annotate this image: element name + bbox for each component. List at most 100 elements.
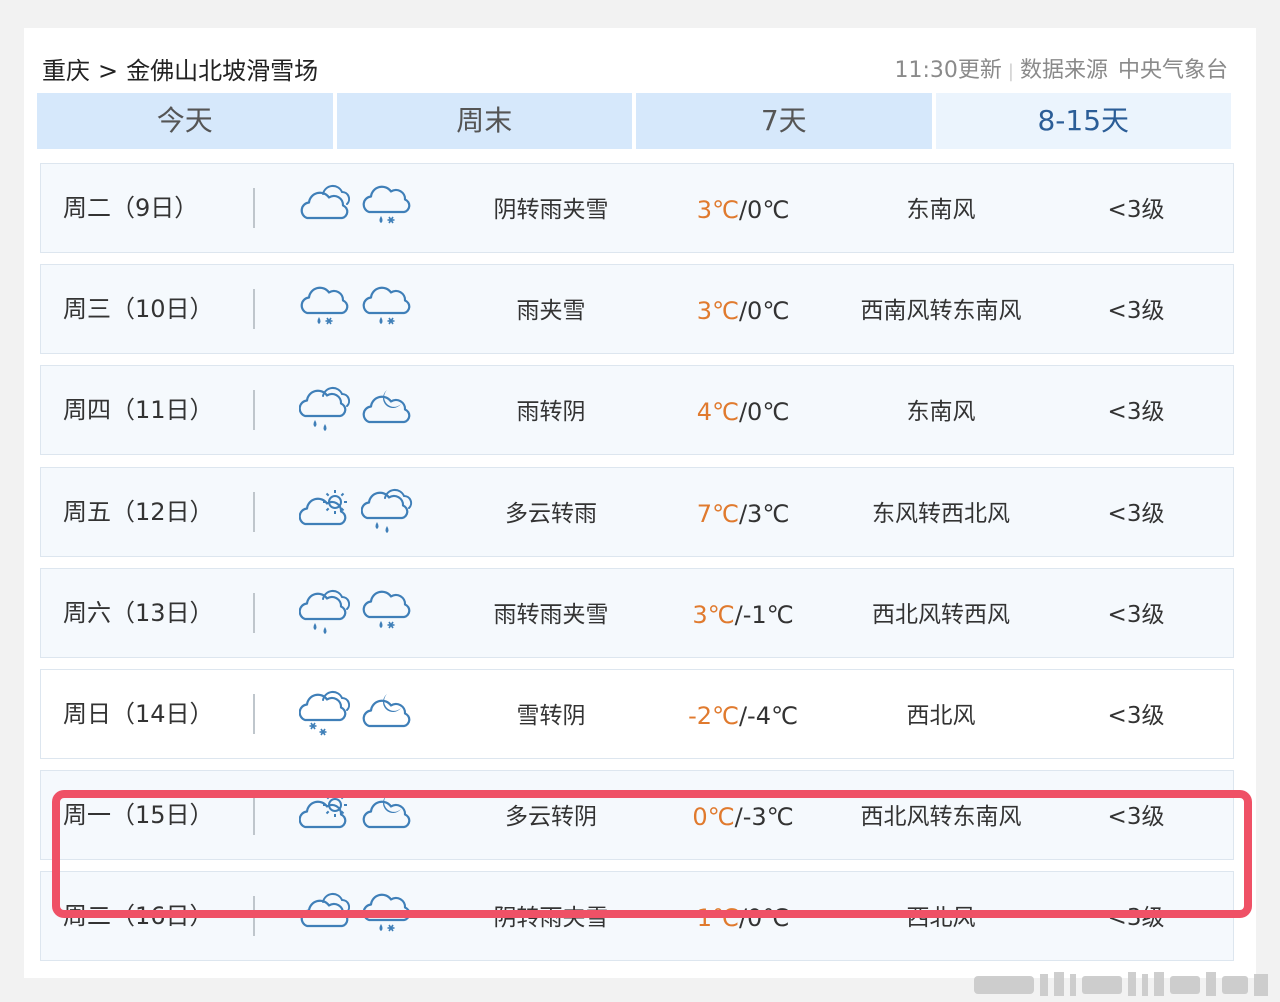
partly-cloudy-icon: [299, 793, 347, 829]
breadcrumb-separator: >: [98, 57, 119, 85]
weather-icons: [299, 587, 419, 639]
row-divider: [253, 491, 255, 532]
temp-slash: /: [738, 297, 748, 326]
temperature: -2℃/-4℃: [643, 670, 843, 762]
high-temp: 4℃: [696, 398, 739, 427]
breadcrumb: 重庆 > 金佛山北坡滑雪场: [42, 54, 318, 88]
row-divider: [253, 188, 255, 228]
weather-description: 多云转阴: [505, 804, 597, 831]
sleet-icon: [300, 286, 349, 325]
tab-weekend[interactable]: 周末: [336, 93, 632, 149]
forecast-card: 重庆 > 金佛山北坡滑雪场 11:30更新 | 数据来源 中央气象台 今天 周末 7天 8…: [24, 28, 1268, 996]
row-divider: [253, 592, 255, 633]
wind-direction: 东南风: [906, 399, 976, 426]
day-label: 周二（9日）: [63, 194, 199, 222]
wind-direction: 西北风转东南风: [860, 804, 1022, 831]
weather-icons: [299, 384, 419, 436]
breadcrumb-city[interactable]: 重庆: [42, 57, 90, 85]
weather-description: 雨夹雪: [516, 298, 586, 325]
forecast-row[interactable]: 周日（14日） 雪转阴 -2℃/-4℃ 西北风 <3级: [40, 669, 1234, 759]
cloudy-night-icon: [362, 694, 411, 728]
low-temp: 0℃: [747, 398, 790, 427]
row-divider: [253, 289, 255, 330]
weather-icons: [299, 890, 419, 942]
temp-slash: /: [734, 803, 743, 832]
tab-today[interactable]: 今天: [37, 93, 333, 149]
row-divider: [253, 694, 255, 734]
wind-direction: 东风转西北风: [872, 500, 1010, 527]
weather-description: 雪转阴: [516, 703, 586, 729]
temperature: 7℃/3℃: [643, 468, 843, 560]
forecast-row[interactable]: 周三（10日） 雨夹雪 3℃/0℃ 西南风转东南风 <3级: [40, 264, 1234, 355]
temp-slash: /: [738, 702, 748, 730]
high-temp: -2℃: [688, 702, 739, 730]
high-temp: 0℃: [692, 803, 735, 832]
source-name: 中央气象台: [1117, 58, 1228, 83]
temperature: 3℃/-1℃: [643, 569, 843, 661]
weather-description: 阴转雨夹雪: [493, 197, 609, 223]
forecast-row[interactable]: 周二（9日） 阴转雨夹雪 3℃/0℃ 东南风 <3级: [40, 163, 1234, 253]
day-label: 周一（15日）: [63, 801, 214, 830]
temperature: 1℃/0℃: [643, 872, 843, 964]
temp-slash: /: [738, 904, 748, 933]
weather-description: 雨转雨夹雪: [493, 601, 609, 628]
wind-level: <3级: [1107, 601, 1165, 628]
forecast-row[interactable]: 周四（11日） 雨转阴 4℃/0℃ 东南风 <3级: [40, 365, 1234, 458]
wind-level: <3级: [1107, 804, 1165, 831]
weather-description: 雨转阴: [516, 399, 586, 426]
row-divider: [253, 896, 255, 937]
weather-icons: [299, 283, 419, 335]
weather-icons: [299, 789, 419, 841]
day-label: 周日（14日）: [63, 700, 214, 728]
temperature: 3℃/0℃: [643, 164, 843, 256]
update-time: 11:30更新: [894, 58, 1002, 83]
high-temp: 3℃: [696, 196, 739, 224]
day-label: 周五（12日）: [63, 497, 214, 526]
low-temp: 0℃: [747, 904, 790, 933]
temp-slash: /: [738, 398, 748, 427]
sleet-icon: [362, 894, 411, 932]
wind-direction: 西北风: [906, 905, 976, 932]
wind-direction: 西北风: [906, 703, 976, 729]
forecast-row[interactable]: 周五（12日） 多云转雨 7℃/3℃ 东风转西北风 <3级: [40, 466, 1234, 560]
low-temp: -1℃: [742, 600, 794, 629]
high-temp: 7℃: [696, 499, 739, 528]
breadcrumb-place: 金佛山北坡滑雪场: [126, 57, 319, 85]
day-label: 周二（16日）: [63, 902, 214, 931]
tab-7-days[interactable]: 7天: [636, 93, 932, 149]
forecast-row[interactable]: 周一（15日） 多云转阴 0℃/-3℃ 西北风转东南风 <3级: [40, 770, 1234, 863]
wind-direction: 东南风: [906, 197, 976, 223]
temperature: 0℃/-3℃: [643, 771, 843, 863]
forecast-row[interactable]: 周六（13日） 雨转雨夹雪 3℃/-1℃ 西北风转西风 <3级: [40, 567, 1234, 661]
forecast-tabs: 今天 周末 7天 8-15天: [37, 93, 1231, 149]
cloudy-icon: [300, 184, 351, 220]
forecast-row[interactable]: 周二（16日） 阴转雨夹雪 1℃/0℃ 西北风 <3级: [40, 871, 1234, 964]
high-temp: 3℃: [696, 297, 739, 326]
snow-icon: [299, 690, 351, 736]
high-temp: 1℃: [696, 904, 739, 933]
temp-slash: /: [734, 600, 743, 629]
weather-icons: [299, 486, 419, 538]
cloudy-night-icon: [362, 795, 411, 829]
high-temp: 3℃: [692, 600, 735, 629]
wind-level: <3级: [1107, 399, 1165, 426]
meta-divider: |: [1007, 61, 1014, 82]
forecast-header: 重庆 > 金佛山北坡滑雪场 11:30更新 | 数据来源 中央气象台: [42, 54, 1228, 90]
weather-icons: [299, 182, 419, 234]
update-meta: 11:30更新 | 数据来源 中央气象台: [894, 54, 1228, 89]
watermark: [974, 972, 1268, 996]
wind-level: <3级: [1107, 703, 1165, 729]
wind-level: <3级: [1107, 905, 1165, 932]
wind-level: <3级: [1107, 500, 1165, 527]
low-temp: -4℃: [747, 702, 798, 730]
temp-slash: /: [738, 196, 748, 224]
rain-icon: [299, 589, 351, 634]
rain-icon: [299, 387, 351, 432]
cloudy-night-icon: [362, 390, 411, 424]
tab-8-15-days[interactable]: 8-15天: [935, 93, 1231, 149]
weather-description: 多云转雨: [505, 500, 597, 527]
temperature: 4℃/0℃: [643, 366, 843, 458]
wind-level: <3级: [1107, 298, 1165, 325]
wind-direction: 西南风转东南风: [860, 298, 1022, 325]
cloudy-icon: [300, 893, 351, 928]
